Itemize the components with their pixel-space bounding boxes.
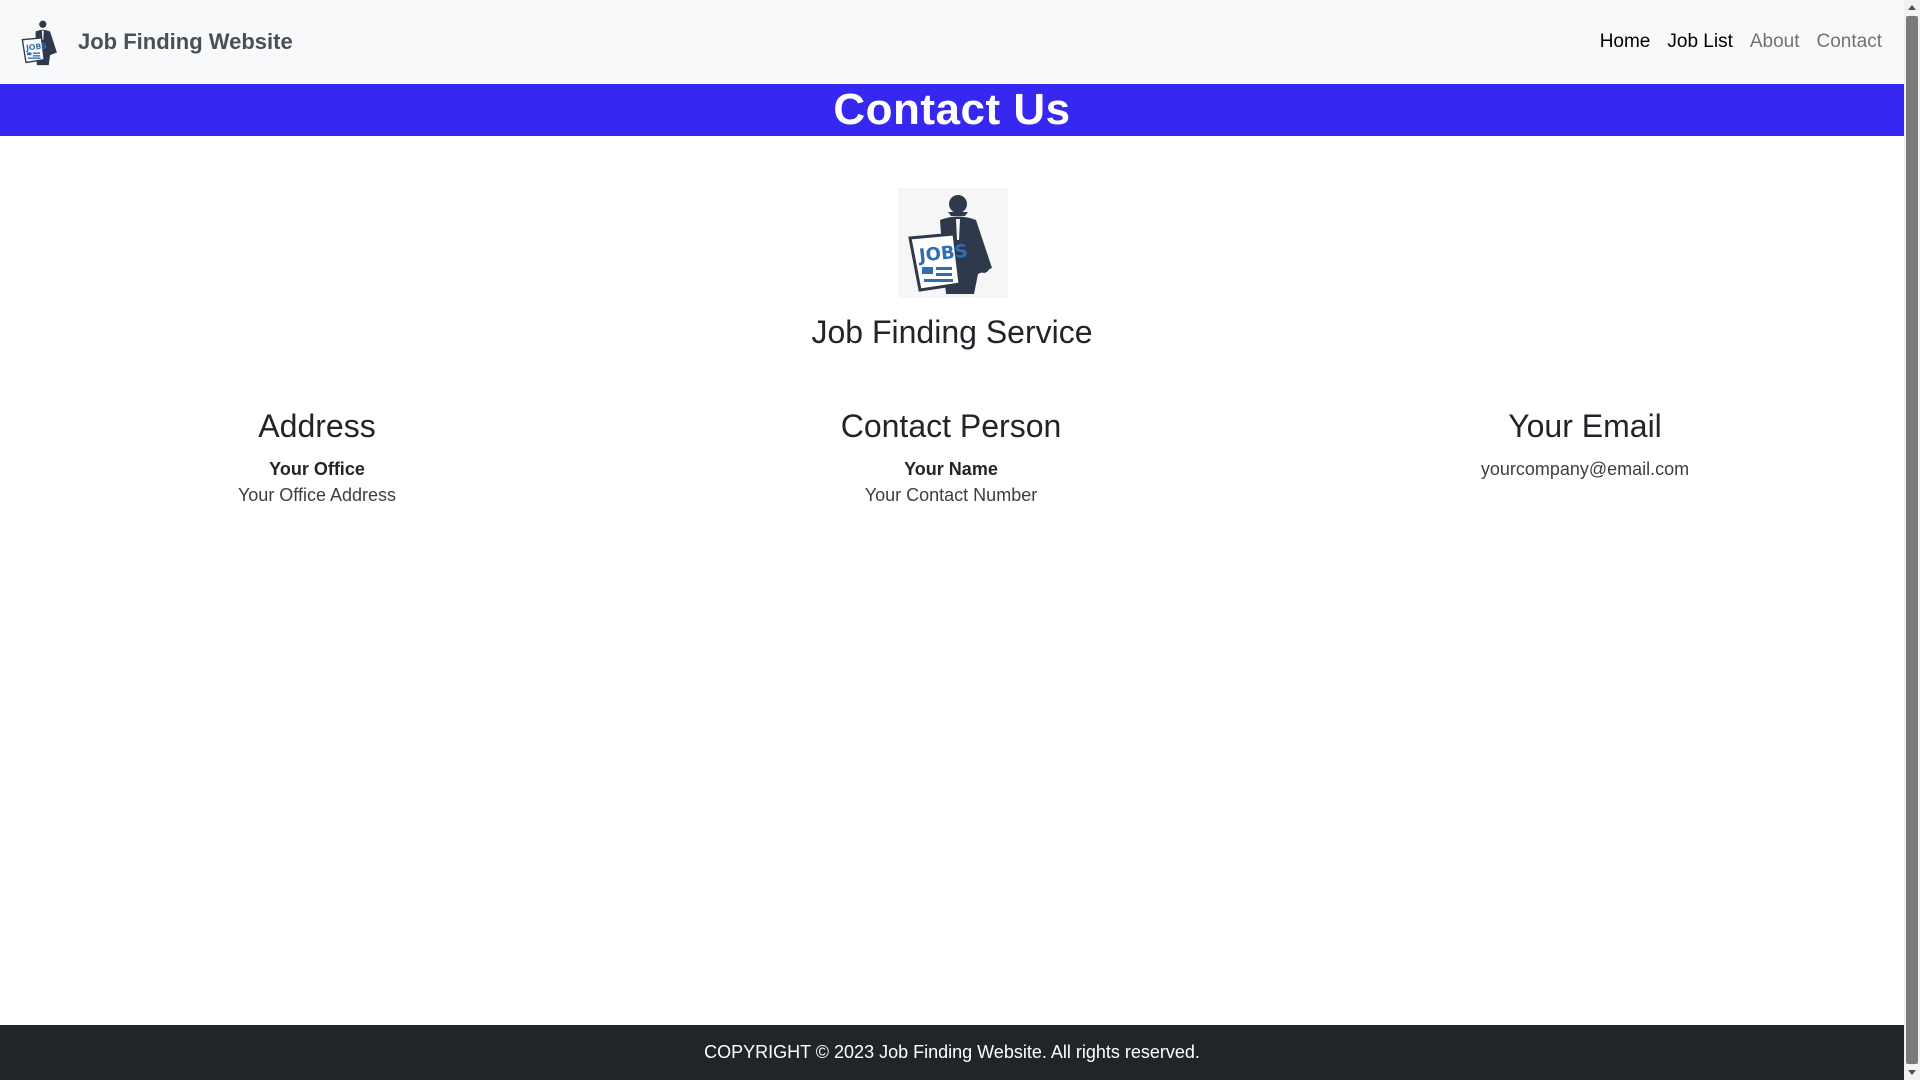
jobs-logo-icon: JOBS [16,17,66,67]
navbar: JOBS Job Finding Website Home Job List A… [0,0,1904,84]
scroll-up-icon[interactable] [1908,5,1916,10]
nav-job-list[interactable]: Job List [1667,31,1732,53]
office-address: Your Office Address [237,485,397,505]
contact-person-heading: Contact Person [840,408,1062,444]
nav-about[interactable]: About [1750,31,1800,53]
brand-link[interactable]: JOBS Job Finding Website [16,14,293,70]
email-section: Your Email yourcompany@email.com [1268,404,1902,482]
nav-contact[interactable]: Contact [1817,31,1882,53]
office-name: Your Office [269,459,365,479]
page-title: Contact Us [833,85,1071,134]
footer: COPYRIGHT © 2023 Job Finding Website. Al… [0,1025,1904,1080]
nav-home[interactable]: Home [1600,31,1651,53]
contact-number: Your Contact Number [864,485,1038,505]
nav-links: Home Job List About Contact [1600,31,1882,53]
copyright-text: COPYRIGHT © 2023 Job Finding Website. Al… [704,1042,1200,1062]
service-title: Job Finding Service [811,314,1093,350]
jobs-newspaper-man-icon: JOBS [898,188,1008,298]
scroll-down-icon[interactable] [1908,1070,1916,1075]
contact-banner: Contact Us [0,84,1904,136]
email-address[interactable]: yourcompany@email.com [1268,456,1902,482]
vertical-scrollbar[interactable] [1904,0,1920,1080]
address-section: Address Your Office Your Office Address [0,404,634,509]
scroll-thumb[interactable] [1906,16,1918,1064]
contact-person-section: Contact Person Your Name Your Contact Nu… [634,404,1268,509]
contact-name: Your Name [904,459,998,479]
service-logo: JOBS [898,188,1008,298]
brand-name: Job Finding Website [78,29,293,54]
address-heading: Address [258,408,376,444]
page: JOBS Job Finding Website Home Job List A… [0,0,1904,1080]
email-heading: Your Email [1508,408,1662,444]
